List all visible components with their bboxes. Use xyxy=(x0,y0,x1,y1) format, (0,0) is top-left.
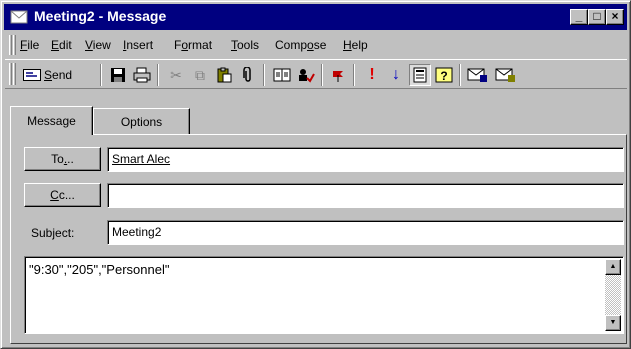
menu-compose-label: se xyxy=(313,38,327,52)
to-recipient: Smart Alec xyxy=(112,152,171,166)
menu-tools[interactable]: Tools xyxy=(231,38,259,52)
window-title: Meeting2 - Message xyxy=(34,8,167,24)
menu-help[interactable]: Help xyxy=(343,38,368,52)
high-importance-button[interactable]: ! xyxy=(361,64,383,86)
message-body-text: "9:30","205","Personnel" xyxy=(29,262,170,277)
cut-button[interactable]: ✂ xyxy=(165,64,187,86)
menu-edit[interactable]: Edit xyxy=(51,38,72,52)
flag-icon xyxy=(333,71,343,82)
menu-view[interactable]: View xyxy=(85,38,111,52)
down-arrow-icon: ▼ xyxy=(609,319,617,326)
paperclip-icon xyxy=(243,67,251,82)
cc-button-label: Cc... xyxy=(50,188,75,202)
subject-field[interactable]: Meeting2 xyxy=(107,220,624,245)
message-window: Meeting2 - Message _ □ × File Edit View … xyxy=(0,0,631,349)
print-button[interactable] xyxy=(131,64,153,86)
check-names-button[interactable] xyxy=(295,64,317,86)
attach-button[interactable] xyxy=(237,64,259,86)
toolbar-separator xyxy=(157,64,159,86)
toolbar-separator xyxy=(353,64,355,86)
address-book-button[interactable] xyxy=(271,64,293,86)
check-names-icon xyxy=(299,69,315,83)
vertical-scrollbar[interactable]: ▲ ▼ xyxy=(605,259,621,331)
toolbar-separator xyxy=(263,64,265,86)
svg-text:?: ? xyxy=(440,69,447,83)
help-button[interactable]: ? xyxy=(433,64,455,86)
toolbar-separator xyxy=(100,64,102,86)
sign-message-button[interactable] xyxy=(465,64,491,86)
menu-format[interactable]: Format xyxy=(174,38,212,52)
menu-edit-label: dit xyxy=(59,38,72,52)
message-options-icon xyxy=(413,67,427,83)
menu-format-label: rmat xyxy=(188,38,213,52)
paste-button[interactable] xyxy=(213,64,235,86)
menu-edit-hotkey: E xyxy=(51,38,60,52)
menu-file[interactable]: File xyxy=(20,38,39,52)
send-label: Send xyxy=(44,68,73,82)
minimize-button[interactable]: _ xyxy=(570,9,588,25)
menu-compose-hotkey: o xyxy=(307,38,314,52)
to-button-label: To... xyxy=(51,152,74,166)
encrypt-message-button[interactable] xyxy=(493,64,519,86)
menu-tools-label: ools xyxy=(237,38,260,52)
send-button[interactable]: Send xyxy=(19,64,87,86)
maximize-icon: □ xyxy=(593,9,601,23)
menu-view-label: iew xyxy=(92,38,111,52)
low-importance-button[interactable]: ↓ xyxy=(385,64,407,86)
tab-message[interactable]: Message xyxy=(10,106,93,135)
menu-compose-pre: Comp xyxy=(275,38,308,52)
cc-field[interactable] xyxy=(107,183,624,208)
scroll-down-button[interactable]: ▼ xyxy=(605,315,621,331)
paste-icon xyxy=(217,67,232,83)
down-arrow-icon: ↓ xyxy=(392,66,400,83)
envelope-icon xyxy=(10,10,28,24)
save-button[interactable] xyxy=(107,64,129,86)
menu-file-label: ile xyxy=(27,38,40,52)
close-icon: × xyxy=(611,9,619,23)
menu-insert[interactable]: Insert xyxy=(123,38,153,52)
to-field[interactable]: Smart Alec xyxy=(107,147,624,172)
copy-icon: ⧉ xyxy=(195,66,205,83)
toolbar-grip[interactable] xyxy=(9,63,12,85)
subject-value: Meeting2 xyxy=(112,225,162,239)
standard-toolbar: Send ✂ ⧉ ! ↓ ? xyxy=(5,59,627,89)
message-body[interactable]: "9:30","205","Personnel" ▲ ▼ xyxy=(24,256,624,334)
to-button[interactable]: To... xyxy=(24,147,101,171)
exclamation-icon: ! xyxy=(369,66,375,83)
menu-compose[interactable]: Compose xyxy=(275,38,326,52)
scroll-up-button[interactable]: ▲ xyxy=(605,259,621,275)
toolbar-separator xyxy=(321,64,323,86)
menu-help-hotkey: H xyxy=(343,38,352,52)
flag-button[interactable] xyxy=(327,64,349,86)
cc-button[interactable]: Cc... xyxy=(24,183,101,207)
maximize-button[interactable]: □ xyxy=(588,9,606,25)
sign-envelope-icon xyxy=(467,68,487,82)
save-icon xyxy=(111,68,125,82)
menu-grip-2 xyxy=(13,35,16,55)
menu-insert-label: nsert xyxy=(126,38,154,52)
minimize-icon: _ xyxy=(575,9,583,23)
subject-label: Subject: xyxy=(31,226,75,240)
menu-help-label: elp xyxy=(351,38,368,52)
tab-options[interactable]: Options xyxy=(93,108,190,134)
menu-grip[interactable] xyxy=(9,35,12,55)
tab-options-label: Options xyxy=(120,114,163,129)
title-bar[interactable]: Meeting2 - Message _ □ × xyxy=(4,4,627,30)
toolbar-grip-2 xyxy=(13,63,16,85)
up-arrow-icon: ▲ xyxy=(609,263,617,270)
menu-bar: File Edit View Insert Format Tools Compo… xyxy=(5,34,627,56)
scissors-icon: ✂ xyxy=(170,66,182,83)
tab-message-label: Message xyxy=(27,114,76,128)
address-book-icon xyxy=(273,68,291,82)
close-button[interactable]: × xyxy=(606,9,624,25)
options-button[interactable] xyxy=(409,64,431,86)
send-icon xyxy=(23,69,41,81)
toolbar-separator xyxy=(459,64,461,86)
help-icon: ? xyxy=(435,67,453,83)
print-icon xyxy=(133,67,151,83)
menu-view-hotkey: V xyxy=(85,38,93,52)
copy-button[interactable]: ⧉ xyxy=(189,64,211,86)
encrypt-envelope-icon xyxy=(495,68,515,82)
